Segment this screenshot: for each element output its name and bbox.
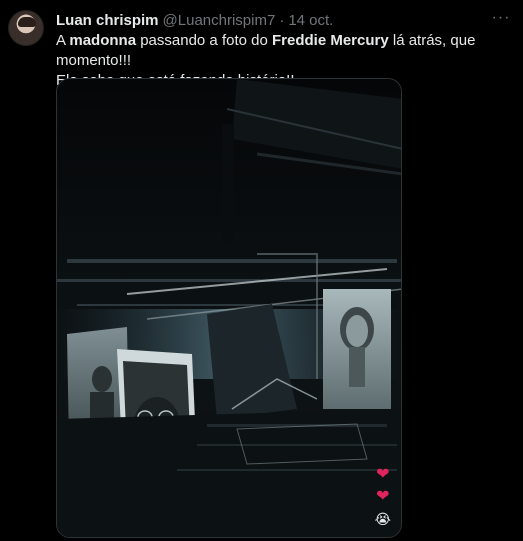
heart-icon: ❤ xyxy=(376,488,390,505)
tweet-text-bold: Freddie Mercury xyxy=(271,32,389,49)
tweet-text-part: A xyxy=(56,32,70,49)
heart-icon: ❤ xyxy=(376,466,390,483)
crying-face-icon: 😭 xyxy=(374,511,391,527)
separator-dot: · xyxy=(279,11,285,29)
author-handle[interactable]: @Luanchrispim7 xyxy=(163,12,276,29)
tweet-date[interactable]: 14 oct. xyxy=(288,12,333,29)
tweet-text-bold: madonna xyxy=(69,32,137,49)
concert-scene-image xyxy=(57,79,401,537)
author-name[interactable]: Luan chrispim xyxy=(56,12,159,29)
avatar[interactable] xyxy=(8,10,44,46)
tweet-header: Luan chrispim @Luanchrispim7 · 14 oct. xyxy=(56,10,507,30)
tweet-text-part: passando a foto do xyxy=(136,32,272,49)
more-options-icon[interactable]: ··· xyxy=(489,6,513,30)
tweet[interactable]: Luan chrispim @Luanchrispim7 · 14 oct. ·… xyxy=(0,0,523,541)
tweet-media-video[interactable]: ❤ ❤ 😭 xyxy=(56,78,402,538)
reaction-stack: ❤ ❤ 😭 xyxy=(374,466,391,528)
